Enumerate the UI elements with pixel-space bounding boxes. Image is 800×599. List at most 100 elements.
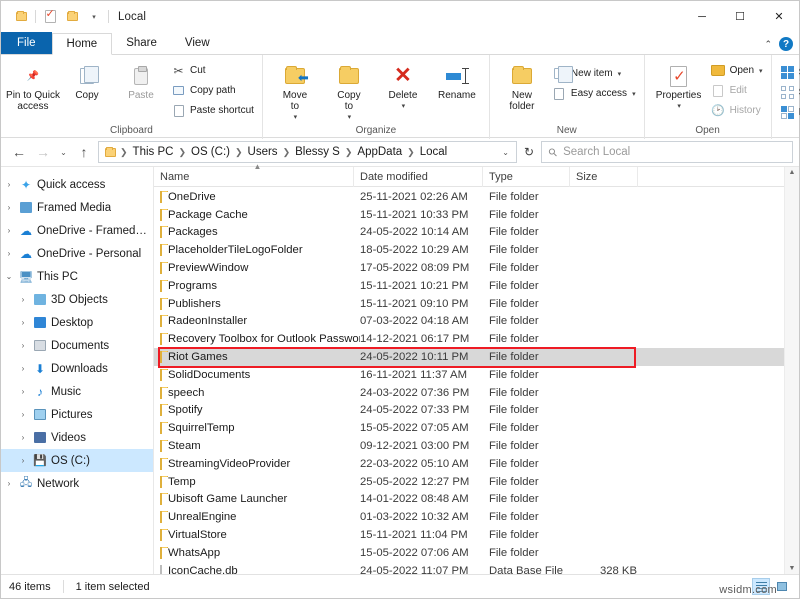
expander-icon[interactable]: › [1,479,17,488]
table-row[interactable]: Spotify24-05-2022 07:33 PMFile folder [154,402,784,420]
table-row[interactable]: VirtualStore15-11-2021 11:04 PMFile fold… [154,526,784,544]
expander-icon[interactable]: › [1,226,17,235]
expander-icon[interactable]: › [1,203,17,212]
table-row[interactable]: StreamingVideoProvider22-03-2022 05:10 A… [154,455,784,473]
close-button[interactable]: ✕ [759,1,799,32]
column-header-name[interactable]: ▲ Name [154,167,354,187]
copy-to-button[interactable]: Copy to ▾ [322,58,376,123]
expander-icon[interactable]: › [1,249,17,258]
sidebar-item-onedrive-framed-media[interactable]: ›☁OneDrive - Framed Media [1,219,153,242]
sidebar-item-this-pc[interactable]: ⌄🖥This PC [1,265,153,288]
move-to-caret-icon[interactable]: ▾ [294,112,298,123]
table-row[interactable]: Ubisoft Game Launcher14-01-2022 08:48 AM… [154,491,784,509]
collapse-ribbon-icon[interactable]: ⌃ [764,39,772,50]
column-header-type[interactable]: Type [483,167,570,187]
expander-icon[interactable]: › [15,456,31,465]
table-row[interactable]: PreviewWindow17-05-2022 08:09 PMFile fol… [154,259,784,277]
sidebar-item-documents[interactable]: ›Documents [1,334,153,357]
refresh-button[interactable]: ↻ [517,141,541,163]
sidebar-item-music[interactable]: ›♪Music [1,380,153,403]
delete-caret-icon[interactable]: ▾ [402,101,406,112]
search-input[interactable]: ⚲ Search Local [541,141,793,163]
sidebar-item-quick-access[interactable]: ›✦Quick access [1,173,153,196]
sidebar-item-onedrive-personal[interactable]: ›☁OneDrive - Personal [1,242,153,265]
tab-file[interactable]: File [1,32,52,54]
select-none-button[interactable]: Select none [777,83,800,102]
tab-share[interactable]: Share [112,32,171,54]
sidebar-item-framed-media[interactable]: ›Framed Media [1,196,153,219]
qat-new-folder-icon[interactable] [61,6,83,28]
sidebar-item-os-c[interactable]: ›💾OS (C:) [1,449,153,472]
table-row[interactable]: OneDrive25-11-2021 02:26 AMFile folder [154,188,784,206]
select-all-button[interactable]: Select all [777,63,800,82]
rename-button[interactable]: Rename [430,58,484,101]
edit-button[interactable]: Edit [708,81,766,100]
table-row[interactable]: Steam09-12-2021 03:00 PMFile folder [154,437,784,455]
qat-chevron-down-icon[interactable]: ▾ [83,6,105,28]
expander-icon[interactable]: › [15,433,31,442]
table-row[interactable]: Recovery Toolbox for Outlook Password14-… [154,330,784,348]
tab-view[interactable]: View [171,32,224,54]
breadcrumb-item-os-c[interactable]: OS (C:) [187,146,234,158]
scroll-up-icon[interactable]: ▲ [789,169,796,176]
easy-access-caret-icon[interactable]: ▾ [632,90,636,98]
table-row[interactable]: WhatsApp15-05-2022 07:06 AMFile folder [154,544,784,562]
table-row[interactable]: SquirrelTemp15-05-2022 07:05 AMFile fold… [154,419,784,437]
breadcrumb-item-this-pc[interactable]: This PC [129,146,178,158]
table-row[interactable]: SolidDocuments16-11-2021 11:37 AMFile fo… [154,366,784,384]
expander-icon[interactable]: › [15,387,31,396]
paste-button[interactable]: Paste [114,58,168,101]
table-row[interactable]: Packages24-05-2022 10:14 AMFile folder [154,224,784,242]
qat-folder-icon[interactable] [10,6,32,28]
delete-button[interactable]: ✕ Delete ▾ [376,58,430,112]
open-caret-icon[interactable]: ▾ [759,67,763,75]
copy-button[interactable]: Copy [60,58,114,101]
expander-icon[interactable]: › [15,318,31,327]
breadcrumb-item-users[interactable]: Users [244,146,282,158]
breadcrumb-chevron-down-icon[interactable]: ⌄ [497,148,514,157]
table-row[interactable]: speech24-03-2022 07:36 PMFile folder [154,384,784,402]
sidebar-item-downloads[interactable]: ›⬇Downloads [1,357,153,380]
expander-icon[interactable]: › [1,180,17,189]
copy-to-caret-icon[interactable]: ▾ [348,112,352,123]
cut-button[interactable]: ✂ Cut [168,61,257,80]
up-button[interactable]: ↑ [72,140,96,164]
sidebar-item-network[interactable]: ›🖧Network [1,472,153,495]
scroll-down-icon[interactable]: ▼ [789,565,796,572]
minimize-button[interactable]: ─ [683,1,721,32]
table-row[interactable]: RadeonInstaller07-03-2022 04:18 AMFile f… [154,313,784,331]
breadcrumb-item-local[interactable]: Local [416,146,452,158]
table-row[interactable]: Package Cache15-11-2021 10:33 PMFile fol… [154,206,784,224]
back-button[interactable]: ← [7,140,31,164]
new-item-button[interactable]: New item ▾ [549,64,639,83]
forward-button[interactable]: → [31,140,55,164]
expander-icon[interactable]: ⌄ [1,272,17,281]
qat-properties-icon[interactable] [39,6,61,28]
recent-locations-button[interactable]: ⌄ [55,140,72,164]
easy-access-button[interactable]: Easy access ▾ [549,84,639,103]
breadcrumb-item-appdata[interactable]: AppData [353,146,406,158]
pin-to-quick-access-button[interactable]: 📌 Pin to Quick access [6,58,60,112]
table-row[interactable]: UnrealEngine01-03-2022 10:32 AMFile fold… [154,508,784,526]
move-to-button[interactable]: ⬅ Move to ▾ [268,58,322,123]
maximize-button[interactable]: ☐ [721,1,759,32]
paste-shortcut-button[interactable]: Paste shortcut [168,101,257,120]
sidebar-item-desktop[interactable]: ›Desktop [1,311,153,334]
table-row[interactable]: Publishers15-11-2021 09:10 PMFile folder [154,295,784,313]
breadcrumb[interactable]: ❯ This PC ❯ OS (C:) ❯ Users ❯ Blessy S ❯… [98,141,517,163]
help-icon[interactable]: ? [779,37,793,51]
properties-button[interactable]: ✓ Properties ▾ [650,58,708,112]
sidebar-item-3d-objects[interactable]: ›3D Objects [1,288,153,311]
tab-home[interactable]: Home [52,33,113,55]
table-row[interactable]: Riot Games24-05-2022 10:11 PMFile folder [154,348,784,366]
new-folder-button[interactable]: New folder [495,58,549,112]
breadcrumb-item-blessy-s[interactable]: Blessy S [291,146,344,158]
table-row[interactable]: PlaceholderTileLogoFolder18-05-2022 10:2… [154,241,784,259]
new-item-caret-icon[interactable]: ▾ [618,70,622,78]
sidebar-item-pictures[interactable]: ›Pictures [1,403,153,426]
copy-path-button[interactable]: Copy path [168,81,257,100]
expander-icon[interactable]: › [15,410,31,419]
column-header-date-modified[interactable]: Date modified [354,167,483,187]
table-row[interactable]: Temp25-05-2022 12:27 PMFile folder [154,473,784,491]
open-button[interactable]: Open ▾ [708,61,766,80]
